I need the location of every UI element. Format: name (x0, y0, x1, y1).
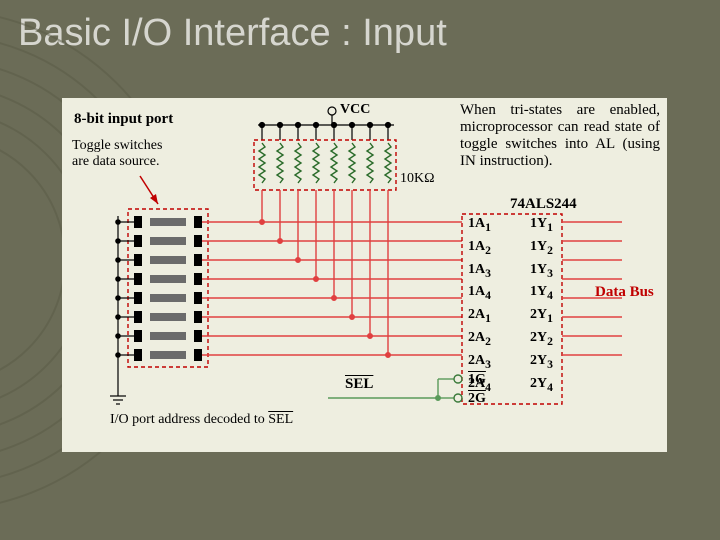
diagram-panel: 8-bit input port Toggle switches are dat… (62, 98, 667, 452)
schematic-svg (62, 98, 667, 452)
chip-output-pins: 1Y1 1Y2 1Y3 1Y4 2Y1 2Y2 2Y3 2Y4 (530, 214, 553, 396)
chip-gate-pins: 1G 2G (468, 370, 486, 408)
